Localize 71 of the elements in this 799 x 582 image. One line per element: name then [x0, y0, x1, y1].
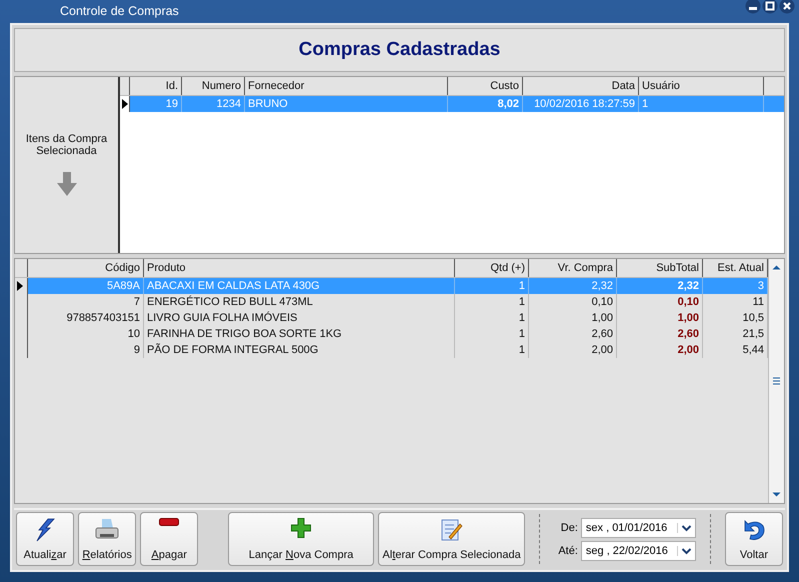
- table-cell: LIVRO GUIA FOLHA IMÓVEIS: [144, 310, 455, 326]
- table-row[interactable]: 9 PÃO DE FORMA INTEGRAL 500G 1 2,00 2,00 5,44: [15, 342, 768, 358]
- table-cell: 1,00: [617, 310, 703, 326]
- table-cell: 2,60: [617, 326, 703, 342]
- row-indicator-icon: [122, 99, 128, 109]
- table-cell: 2,00: [529, 342, 617, 358]
- column-header[interactable]: Produto: [144, 259, 455, 277]
- column-header[interactable]: Custo: [448, 77, 523, 95]
- table-cell: 2,32: [529, 278, 617, 294]
- table-cell: 1: [455, 294, 529, 310]
- table-cell: 10/02/2016 18:27:59: [523, 96, 639, 112]
- toolbar-button[interactable]: Relatórios: [78, 512, 136, 566]
- table-cell: 978857403151: [28, 310, 144, 326]
- page-title: Compras Cadastradas: [298, 39, 500, 61]
- back-button[interactable]: Voltar: [724, 512, 783, 566]
- table-cell: 1: [455, 326, 529, 342]
- table-cell: 1,00: [529, 310, 617, 326]
- table-cell: 8,02: [448, 96, 523, 112]
- table-cell: ENERGÉTICO RED BULL 473ML: [144, 294, 455, 310]
- date-label: De:: [560, 522, 578, 534]
- table-cell: 2,00: [617, 342, 703, 358]
- table-row[interactable]: 10 FARINHA DE TRIGO BOA SORTE 1KG 1 2,60 2,60 21,5: [15, 326, 768, 342]
- table-cell: 1: [455, 278, 529, 294]
- dropdown-icon[interactable]: [676, 546, 693, 556]
- table-row[interactable]: 7 ENERGÉTICO RED BULL 473ML 1 0,10 0,10 11: [15, 294, 768, 310]
- table-cell: 19: [130, 96, 182, 112]
- toolbar-button[interactable]: Atualizar: [16, 512, 74, 566]
- table-cell: 0,10: [617, 294, 703, 310]
- table-cell: 1: [639, 96, 764, 112]
- date-picker[interactable]: seg , 22/02/2016: [580, 540, 696, 560]
- table-cell: 0,10: [529, 294, 617, 310]
- table-cell: PÃO DE FORMA INTEGRAL 500G: [144, 342, 455, 358]
- plus-icon: [291, 518, 312, 538]
- table-cell: 9: [28, 342, 144, 358]
- document-edit-icon: [440, 518, 463, 542]
- table-cell: BRUNO: [245, 96, 448, 112]
- table-cell: 7: [28, 294, 144, 310]
- toolbar-button[interactable]: Alterar Compra Selecionada: [378, 512, 525, 566]
- column-header[interactable]: Vr. Compra: [529, 259, 617, 277]
- table-cell: FARINHA DE TRIGO BOA SORTE 1KG: [144, 326, 455, 342]
- arrow-down-icon: [56, 171, 78, 197]
- table-cell: 2,32: [617, 278, 703, 294]
- date-label: Até:: [557, 544, 578, 556]
- table-cell: 5A89A: [28, 278, 144, 294]
- table-cell: 2,60: [529, 326, 617, 342]
- window-title: Controle de Compras: [60, 4, 179, 18]
- side-label: Itens da Compra Selecionada: [24, 133, 108, 157]
- date-picker[interactable]: sex , 01/01/2016: [580, 518, 696, 538]
- toolbar-button[interactable]: Lançar Nova Compra: [228, 512, 374, 566]
- table-cell: 1234: [182, 96, 245, 112]
- scrollbar[interactable]: [768, 259, 784, 503]
- column-header[interactable]: Data: [523, 77, 639, 95]
- table-row[interactable]: 978857403151 LIVRO GUIA FOLHA IMÓVEIS 1 1,00 1,00 10,5: [15, 310, 768, 326]
- table-cell: 1: [455, 342, 529, 358]
- column-header[interactable]: Numero: [182, 77, 245, 95]
- column-header[interactable]: SubTotal: [617, 259, 703, 277]
- table-cell: 10: [28, 326, 144, 342]
- table-cell: 1: [455, 310, 529, 326]
- toolbar-button[interactable]: Apagar: [140, 512, 198, 566]
- close-icon[interactable]: [779, 0, 795, 14]
- lightning-icon: [34, 518, 56, 542]
- column-header[interactable]: Usuário: [639, 77, 764, 95]
- minus-icon: [159, 518, 180, 526]
- table-cell: ABACAXI EM CALDAS LATA 430G: [144, 278, 455, 294]
- minimize-icon[interactable]: [745, 0, 761, 14]
- column-header[interactable]: Código: [28, 259, 144, 277]
- dropdown-icon[interactable]: [676, 522, 693, 532]
- column-header[interactable]: Qtd (+): [455, 259, 529, 277]
- column-header[interactable]: Fornecedor: [245, 77, 448, 95]
- maximize-icon[interactable]: [762, 0, 778, 14]
- column-header[interactable]: Id.: [130, 77, 182, 95]
